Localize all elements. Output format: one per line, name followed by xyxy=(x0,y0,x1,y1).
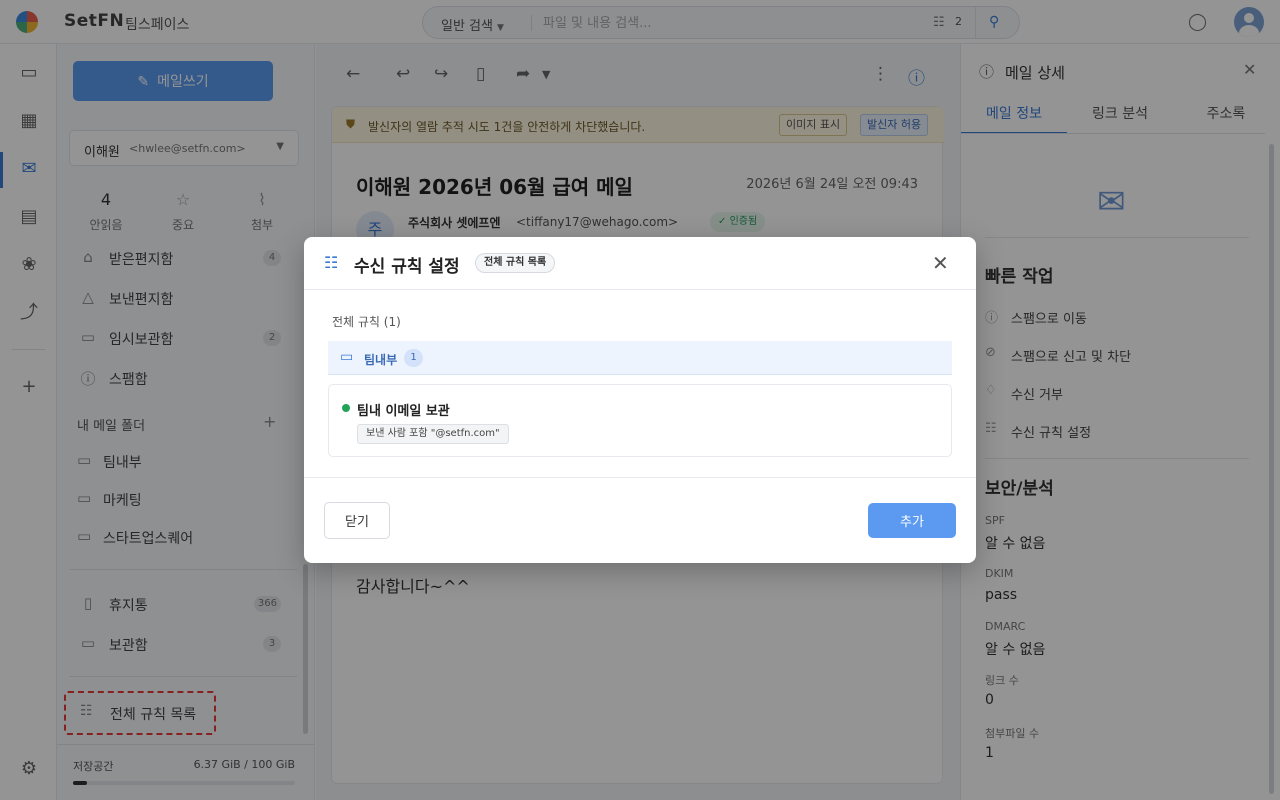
sliders-icon: ☷ xyxy=(324,253,339,272)
folder-icon: ▭ xyxy=(340,349,354,365)
close-button[interactable]: 닫기 xyxy=(324,502,390,539)
rule-group-name: 팀내부 xyxy=(364,353,398,367)
rule-name: 팀내 이메일 보관 xyxy=(357,404,450,419)
close-icon[interactable]: ✕ xyxy=(932,251,949,275)
rule-status-dot xyxy=(342,404,350,412)
rule-count-label: 전체 규칙 (1) xyxy=(332,315,401,329)
modal-tag: 전체 규칙 목록 xyxy=(475,253,556,273)
rule-group-count: 1 xyxy=(404,349,423,367)
rule-group-row[interactable]: ▭ 팀내부 1 xyxy=(328,341,952,375)
receive-rules-modal: ☷ 수신 규칙 설정 전체 규칙 목록 ✕ 전체 규칙 (1) ▭ 팀내부 1 … xyxy=(304,237,976,563)
modal-title: 수신 규칙 설정 xyxy=(354,257,460,277)
add-rule-button[interactable]: 추가 xyxy=(868,503,956,538)
modal-header: ☷ 수신 규칙 설정 전체 규칙 목록 ✕ xyxy=(304,237,976,290)
modal-footer-divider xyxy=(304,477,976,478)
rule-condition-chip: 보낸 사람 포함 "@setfn.com" xyxy=(357,424,509,444)
rule-card[interactable]: 팀내 이메일 보관 보낸 사람 포함 "@setfn.com" xyxy=(328,384,952,457)
